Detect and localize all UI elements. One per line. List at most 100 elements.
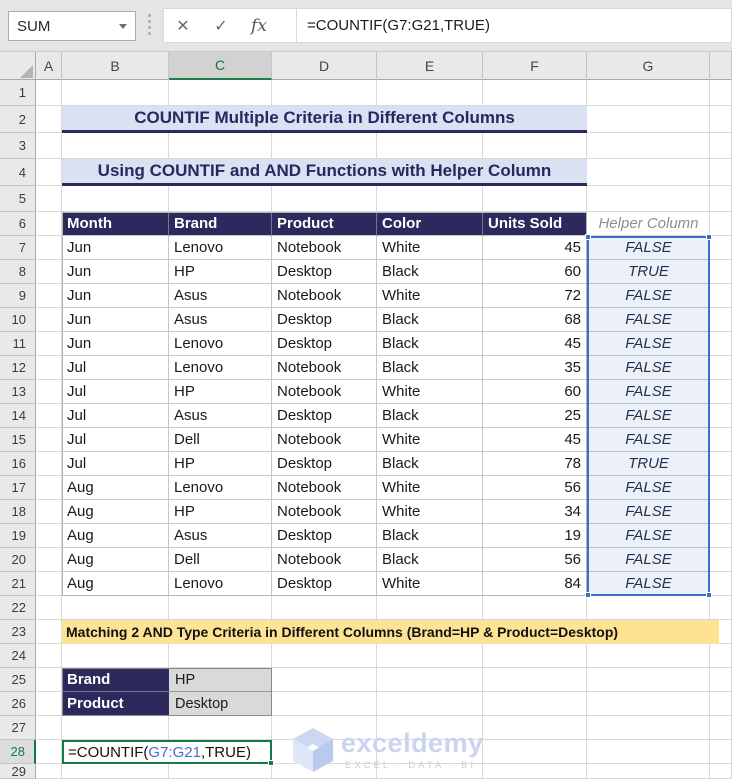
row-header-12[interactable]: 12 — [0, 356, 36, 380]
cell-product-row-9[interactable]: Notebook — [272, 284, 377, 308]
cell[interactable] — [710, 133, 732, 159]
cell[interactable] — [62, 133, 169, 159]
cell[interactable] — [710, 308, 732, 332]
cell[interactable] — [483, 668, 587, 692]
column-header-C[interactable]: C — [169, 52, 272, 80]
cell-color-row-20[interactable]: Black — [377, 548, 483, 572]
cell-brand-row-9[interactable]: Asus — [169, 284, 272, 308]
cell[interactable] — [36, 284, 62, 308]
cell-brand-row-17[interactable]: Lenovo — [169, 476, 272, 500]
cell[interactable] — [377, 692, 483, 716]
cell-product-row-10[interactable]: Desktop — [272, 308, 377, 332]
cell[interactable] — [36, 308, 62, 332]
cell[interactable] — [710, 572, 732, 596]
cell[interactable] — [62, 80, 169, 106]
cell[interactable] — [710, 212, 732, 236]
criteria-label-brand[interactable]: Brand — [62, 668, 169, 692]
cell[interactable] — [483, 133, 587, 159]
row-header-21[interactable]: 21 — [0, 572, 36, 596]
row-header-13[interactable]: 13 — [0, 380, 36, 404]
cell-brand-row-15[interactable]: Dell — [169, 428, 272, 452]
cell-color-row-14[interactable]: Black — [377, 404, 483, 428]
cell[interactable] — [272, 133, 377, 159]
cell-month-row-17[interactable]: Aug — [62, 476, 169, 500]
cell[interactable] — [483, 596, 587, 620]
cell-helper-row-14[interactable]: FALSE — [587, 404, 710, 428]
cell-product-row-15[interactable]: Notebook — [272, 428, 377, 452]
cell[interactable] — [483, 740, 587, 764]
cell[interactable] — [169, 133, 272, 159]
cell-month-row-10[interactable]: Jun — [62, 308, 169, 332]
column-header-D[interactable]: D — [272, 52, 377, 80]
column-header-A[interactable]: A — [36, 52, 62, 80]
cell[interactable] — [272, 596, 377, 620]
cell[interactable] — [36, 212, 62, 236]
cell[interactable] — [36, 260, 62, 284]
subtitle-cell[interactable]: Using COUNTIF and AND Functions with Hel… — [62, 159, 587, 186]
cell[interactable] — [377, 644, 483, 668]
cell-product-row-19[interactable]: Desktop — [272, 524, 377, 548]
cell[interactable] — [272, 764, 377, 779]
row-header-15[interactable]: 15 — [0, 428, 36, 452]
cell-helper-row-20[interactable]: FALSE — [587, 548, 710, 572]
cell-color-row-17[interactable]: White — [377, 476, 483, 500]
cell-brand-row-21[interactable]: Lenovo — [169, 572, 272, 596]
cell-product-row-11[interactable]: Desktop — [272, 332, 377, 356]
formula-bar-input[interactable]: =COUNTIF(G7:G21,TRUE) — [303, 17, 490, 34]
cell-brand-row-12[interactable]: Lenovo — [169, 356, 272, 380]
cell-brand-row-14[interactable]: Asus — [169, 404, 272, 428]
cell-units-row-12[interactable]: 35 — [483, 356, 587, 380]
cell[interactable] — [483, 80, 587, 106]
enter-icon[interactable]: ✓ — [202, 16, 240, 36]
cell[interactable] — [587, 668, 710, 692]
cell-product-row-14[interactable]: Desktop — [272, 404, 377, 428]
row-header-10[interactable]: 10 — [0, 308, 36, 332]
cell[interactable] — [62, 596, 169, 620]
cell-helper-row-11[interactable]: FALSE — [587, 332, 710, 356]
cell-product-row-21[interactable]: Desktop — [272, 572, 377, 596]
cell[interactable] — [710, 596, 732, 620]
row-header-17[interactable]: 17 — [0, 476, 36, 500]
cell-helper-row-7[interactable]: FALSE — [587, 236, 710, 260]
cell[interactable] — [710, 404, 732, 428]
cell[interactable] — [710, 764, 732, 779]
row-header-1[interactable]: 1 — [0, 80, 36, 106]
cell-units-row-9[interactable]: 72 — [483, 284, 587, 308]
row-header-7[interactable]: 7 — [0, 236, 36, 260]
cell-brand-row-20[interactable]: Dell — [169, 548, 272, 572]
row-header-16[interactable]: 16 — [0, 452, 36, 476]
cell[interactable] — [587, 106, 710, 133]
cell-color-row-13[interactable]: White — [377, 380, 483, 404]
row-header-8[interactable]: 8 — [0, 260, 36, 284]
cell-units-row-16[interactable]: 78 — [483, 452, 587, 476]
cell[interactable] — [62, 764, 169, 779]
criteria-value-product[interactable]: Desktop — [169, 692, 272, 716]
cell-units-row-18[interactable]: 34 — [483, 500, 587, 524]
cell-helper-row-13[interactable]: FALSE — [587, 380, 710, 404]
cell-month-row-12[interactable]: Jul — [62, 356, 169, 380]
table-header-month[interactable]: Month — [62, 212, 169, 236]
criteria-label-product[interactable]: Product — [62, 692, 169, 716]
cell[interactable] — [483, 764, 587, 779]
cell[interactable] — [36, 159, 62, 186]
cell[interactable] — [36, 428, 62, 452]
cell-month-row-13[interactable]: Jul — [62, 380, 169, 404]
row-header-3[interactable]: 3 — [0, 133, 36, 159]
cell[interactable] — [36, 668, 62, 692]
cancel-icon[interactable]: ✕ — [164, 16, 202, 36]
row-header-20[interactable]: 20 — [0, 548, 36, 572]
criteria-value-brand[interactable]: HP — [169, 668, 272, 692]
cell-color-row-21[interactable]: White — [377, 572, 483, 596]
cell-helper-row-18[interactable]: FALSE — [587, 500, 710, 524]
cell-month-row-20[interactable]: Aug — [62, 548, 169, 572]
cell[interactable] — [169, 644, 272, 668]
cell-color-row-16[interactable]: Black — [377, 452, 483, 476]
row-header-2[interactable]: 2 — [0, 106, 36, 133]
cell[interactable] — [710, 452, 732, 476]
cell[interactable] — [272, 80, 377, 106]
cell[interactable] — [169, 764, 272, 779]
chevron-down-icon[interactable] — [119, 23, 127, 29]
cell[interactable] — [710, 476, 732, 500]
row-header-26[interactable]: 26 — [0, 692, 36, 716]
cell-month-row-19[interactable]: Aug — [62, 524, 169, 548]
